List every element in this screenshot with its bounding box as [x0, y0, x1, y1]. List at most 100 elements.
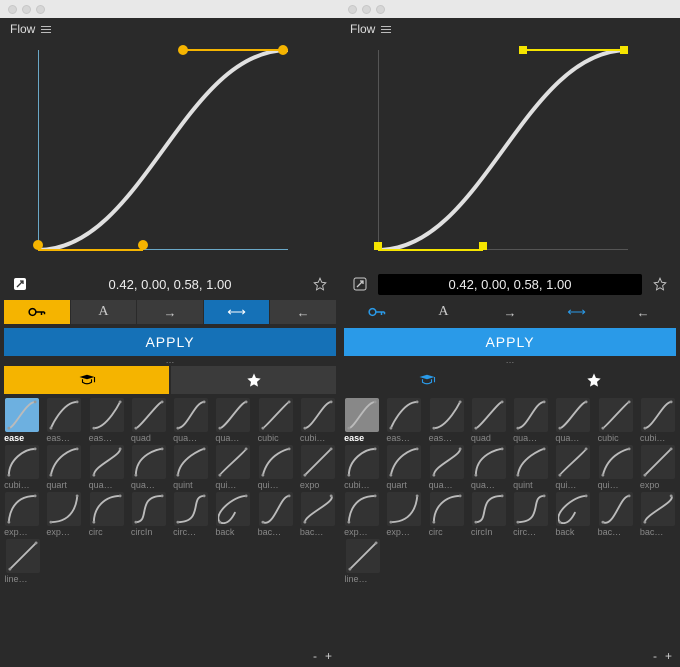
zoom-in-button[interactable]: + — [325, 649, 332, 663]
preset-item[interactable]: exp… — [2, 492, 42, 537]
preset-item[interactable]: expo — [298, 445, 338, 490]
handle-end[interactable] — [519, 46, 527, 54]
preset-item[interactable]: eas… — [427, 398, 467, 443]
preset-item[interactable]: cubi… — [638, 398, 678, 443]
zoom-out-button[interactable]: - — [653, 649, 657, 663]
mode-arrow-both-button[interactable]: ⟷ — [204, 300, 270, 324]
mode-key-button[interactable] — [4, 300, 70, 324]
traffic-light-min[interactable] — [362, 5, 371, 14]
anchor-end[interactable] — [620, 46, 628, 54]
preset-item[interactable]: bac… — [596, 492, 636, 537]
preset-item[interactable]: eas… — [87, 398, 127, 443]
favorite-icon[interactable] — [306, 272, 334, 296]
preset-item[interactable]: qui… — [596, 445, 636, 490]
preset-item[interactable]: quint — [511, 445, 551, 490]
favorite-icon[interactable] — [646, 272, 674, 296]
apply-button[interactable]: APPLY — [4, 328, 336, 356]
preset-item[interactable]: eas… — [384, 398, 424, 443]
favorites-tab[interactable] — [171, 366, 336, 394]
traffic-light-close[interactable] — [8, 5, 17, 14]
apply-button[interactable]: APPLY — [344, 328, 676, 356]
preset-item[interactable]: back — [213, 492, 253, 537]
preset-item[interactable]: cubi… — [298, 398, 338, 443]
preset-item[interactable]: ease — [342, 398, 382, 443]
library-tab[interactable] — [344, 366, 509, 394]
mode-arrow-right-button[interactable]: → — [137, 300, 203, 324]
preset-label: eas… — [89, 433, 125, 443]
mode-arrow-right-button[interactable]: → — [477, 300, 543, 324]
preset-item[interactable]: line… — [2, 539, 43, 584]
anchor-end[interactable] — [278, 45, 288, 55]
preset-item[interactable]: circ — [427, 492, 467, 537]
preset-item[interactable]: bac… — [638, 492, 678, 537]
zoom-in-button[interactable]: + — [665, 649, 672, 663]
drag-handle[interactable]: … — [0, 356, 340, 366]
mode-text-button[interactable]: A — [71, 300, 137, 324]
preset-item[interactable]: cubi… — [2, 445, 42, 490]
handle-end[interactable] — [178, 45, 188, 55]
preset-item[interactable]: qua… — [87, 445, 127, 490]
preset-item[interactable]: qua… — [213, 398, 253, 443]
preset-item[interactable]: qua… — [171, 398, 211, 443]
preset-item[interactable]: quad — [469, 398, 509, 443]
mode-arrow-left-button[interactable]: ← — [610, 300, 676, 324]
handle-start[interactable] — [479, 242, 487, 250]
panel-title: Flow — [350, 22, 375, 36]
preset-item[interactable]: quad — [129, 398, 169, 443]
traffic-light-close[interactable] — [348, 5, 357, 14]
preset-label: circ… — [513, 527, 549, 537]
preset-item[interactable]: quart — [44, 445, 84, 490]
bezier-graph[interactable] — [340, 40, 680, 270]
bezier-values[interactable]: 0.42, 0.00, 0.58, 1.00 — [378, 274, 642, 295]
preset-item[interactable]: qui… — [553, 445, 593, 490]
preset-item[interactable]: qua… — [469, 445, 509, 490]
preset-item[interactable]: circ — [87, 492, 127, 537]
preset-item[interactable]: qua… — [553, 398, 593, 443]
preset-item[interactable]: cubi… — [342, 445, 382, 490]
preset-item[interactable]: circIn — [129, 492, 169, 537]
anchor-start[interactable] — [374, 242, 382, 250]
menu-icon[interactable] — [381, 26, 391, 33]
expand-icon[interactable] — [6, 272, 34, 296]
mode-arrow-both-button[interactable]: ⟷ — [544, 300, 610, 324]
preset-item[interactable]: bac… — [256, 492, 296, 537]
favorites-tab[interactable] — [511, 366, 676, 394]
preset-item[interactable]: cubic — [596, 398, 636, 443]
preset-item[interactable]: qua… — [129, 445, 169, 490]
preset-item[interactable]: qua… — [511, 398, 551, 443]
mode-arrow-left-button[interactable]: ← — [270, 300, 336, 324]
preset-item[interactable]: quint — [171, 445, 211, 490]
handle-start[interactable] — [138, 240, 148, 250]
preset-item[interactable]: eas… — [44, 398, 84, 443]
preset-item[interactable]: circ… — [171, 492, 211, 537]
traffic-light-max[interactable] — [36, 5, 45, 14]
bezier-values[interactable]: 0.42, 0.00, 0.58, 1.00 — [38, 274, 302, 295]
preset-item[interactable]: exp… — [384, 492, 424, 537]
preset-item[interactable]: circIn — [469, 492, 509, 537]
mode-text-button[interactable]: A — [411, 300, 477, 324]
preset-item[interactable]: quart — [384, 445, 424, 490]
preset-item[interactable]: back — [553, 492, 593, 537]
preset-item[interactable]: exp… — [342, 492, 382, 537]
preset-item[interactable]: bac… — [298, 492, 338, 537]
zoom-out-button[interactable]: - — [313, 649, 317, 663]
preset-item[interactable]: qui… — [213, 445, 253, 490]
traffic-light-max[interactable] — [376, 5, 385, 14]
preset-item[interactable]: exp… — [44, 492, 84, 537]
preset-item[interactable]: ease — [2, 398, 42, 443]
traffic-light-min[interactable] — [22, 5, 31, 14]
drag-handle[interactable]: … — [340, 356, 680, 366]
handle-line-start — [38, 249, 143, 251]
library-tab[interactable] — [4, 366, 169, 394]
menu-icon[interactable] — [41, 26, 51, 33]
preset-item[interactable]: qui… — [256, 445, 296, 490]
bezier-graph[interactable] — [0, 40, 340, 270]
preset-item[interactable]: expo — [638, 445, 678, 490]
preset-item[interactable]: cubic — [256, 398, 296, 443]
mode-key-button[interactable] — [344, 300, 410, 324]
preset-item[interactable]: line… — [342, 539, 383, 584]
preset-item[interactable]: qua… — [427, 445, 467, 490]
anchor-start[interactable] — [33, 240, 43, 250]
expand-icon[interactable] — [346, 272, 374, 296]
preset-item[interactable]: circ… — [511, 492, 551, 537]
